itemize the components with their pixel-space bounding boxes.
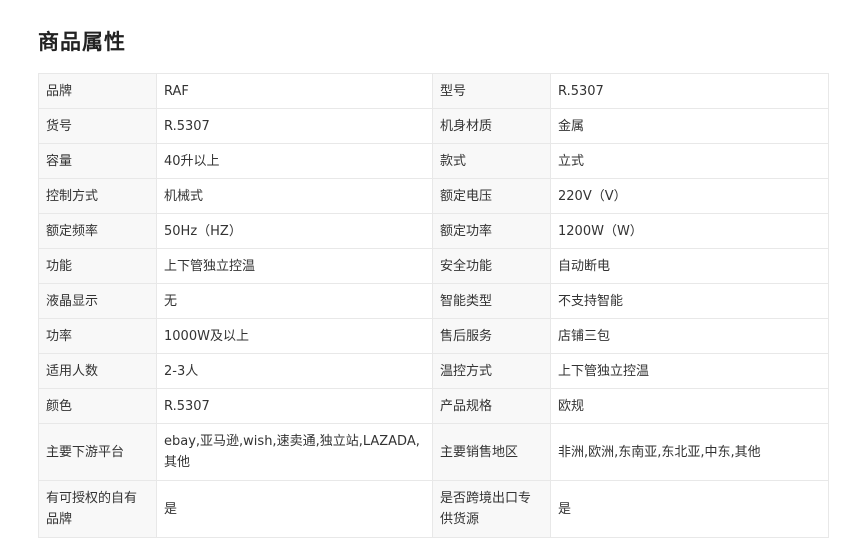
attr-value-cell: 220V（V）: [550, 178, 829, 214]
attr-value-cell: 上下管独立控温: [550, 353, 829, 389]
table-row: 额定频率 50Hz（HZ） 额定功率 1200W（W）: [38, 213, 829, 249]
attr-value-cell: 1000W及以上: [156, 318, 433, 354]
attr-value-cell: 金属: [550, 108, 829, 144]
attr-value-cell: 欧规: [550, 388, 829, 424]
section-title: 商品属性: [38, 30, 126, 54]
table-row: 容量 40升以上 款式 立式: [38, 143, 829, 179]
table-row: 控制方式 机械式 额定电压 220V（V）: [38, 178, 829, 214]
attr-value-cell: R.5307: [156, 388, 433, 424]
table-row: 液晶显示无智能类型 不支持智能: [38, 283, 829, 319]
attr-value-cell: ebay,亚马逊,wish,速卖通,独立站,LAZADA,其他: [156, 423, 433, 481]
attr-value-cell: 机械式: [156, 178, 433, 214]
attr-name-cell: 主要下游平台: [38, 423, 157, 481]
attr-name-cell: 功能: [38, 248, 157, 284]
attr-value-cell: 自动断电: [550, 248, 829, 284]
attr-name-cell: 安全功能: [432, 248, 551, 284]
attr-name-cell: 品牌: [38, 73, 157, 109]
attr-name-cell: 货号: [38, 108, 157, 144]
attr-name-cell: 有可授权的自有品牌: [38, 480, 157, 538]
attr-name-cell: 智能类型: [432, 283, 551, 319]
attr-name-cell: 控制方式: [38, 178, 157, 214]
attr-value-cell: 非洲,欧洲,东南亚,东北亚,中东,其他: [550, 423, 829, 481]
attr-name-cell: 款式: [432, 143, 551, 179]
attr-value-cell: 50Hz（HZ）: [156, 213, 433, 249]
table-row: 品牌 RAF 型号 R.5307: [38, 73, 829, 109]
attr-value-cell: 无: [156, 283, 433, 319]
attr-name-cell: 产品规格: [432, 388, 551, 424]
table-row: 货号 R.5307 机身材质 金属: [38, 108, 829, 144]
attr-value-cell: RAF: [156, 73, 433, 109]
attr-name-cell: 主要销售地区: [432, 423, 551, 481]
attr-name-cell: 温控方式: [432, 353, 551, 389]
table-row: 主要下游平台 ebay,亚马逊,wish,速卖通,独立站,LAZADA,其他 主要销…: [38, 423, 829, 481]
attr-value-cell: 1200W（W）: [550, 213, 829, 249]
attr-name-cell: 适用人数: [38, 353, 157, 389]
attr-value-cell: 40升以上: [156, 143, 433, 179]
attr-name-cell: 机身材质: [432, 108, 551, 144]
attr-value-cell: 是: [550, 480, 829, 538]
table-row: 功能 上下管独立控温 安全功能 自动断电: [38, 248, 829, 284]
attr-value-cell: R.5307: [156, 108, 433, 144]
attr-name-cell: 额定功率: [432, 213, 551, 249]
attr-name-cell: 额定频率: [38, 213, 157, 249]
attr-value-cell: 立式: [550, 143, 829, 179]
attr-name-cell: 功率: [38, 318, 157, 354]
attr-value-cell: 不支持智能: [550, 283, 829, 319]
table-row: 适用人数 2-3人 温控方式 上下管独立控温: [38, 353, 829, 389]
attr-name-cell: 售后服务: [432, 318, 551, 354]
attr-name-cell: 液晶显示: [38, 283, 157, 319]
attr-value-cell: 2-3人: [156, 353, 433, 389]
attr-name-cell: 型号: [432, 73, 551, 109]
attr-name-cell: 容量: [38, 143, 157, 179]
attributes-table-body: 品牌 RAF 型号 R.5307 货号 R.5307 机身材质 金属 容量 40升以上 款式 立式 控制…: [38, 73, 829, 538]
attr-name-cell: 额定电压: [432, 178, 551, 214]
attr-name-cell: 颜色: [38, 388, 157, 424]
table-row: 功率 1000W及以上 售后服务 店铺三包: [38, 318, 829, 354]
table-row: 有可授权的自有品牌是是否跨境出口专供货源是: [38, 480, 829, 538]
attributes-table: 品牌 RAF 型号 R.5307 货号 R.5307 机身材质 金属 容量 40升以上 款式 立式 控制…: [38, 73, 829, 538]
product-attributes-page: 商品属性 品牌 RAF 型号 R.5307 货号 R.5307 机身材质 金属 容量 40升以上款…: [0, 0, 855, 558]
attr-value-cell: 上下管独立控温: [156, 248, 433, 284]
attr-name-cell: 是否跨境出口专供货源: [432, 480, 551, 538]
attr-value-cell: R.5307: [550, 73, 829, 109]
attr-value-cell: 是: [156, 480, 433, 538]
table-row: 颜色 R.5307 产品规格 欧规: [38, 388, 829, 424]
attr-value-cell: 店铺三包: [550, 318, 829, 354]
